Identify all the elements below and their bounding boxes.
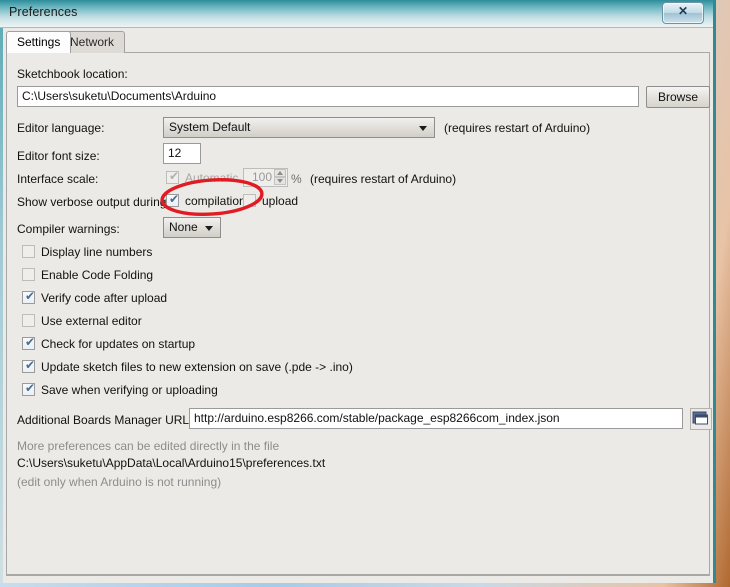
checkbox-box: ✔ [166,169,180,184]
checkmark-icon: ✔ [25,381,36,395]
verbose-compilation-label: compilation [185,194,246,208]
compiler-warnings-label: Compiler warnings: [17,222,120,236]
checkmark-icon: ✔ [25,335,36,349]
chevron-down-icon [419,126,427,131]
spinner-down-icon[interactable] [274,177,286,185]
boards-manager-urls-input[interactable]: http://arduino.esp8266.com/stable/packag… [189,408,683,429]
open-window-icon-button[interactable] [690,408,712,430]
preferences-window: Preferences ✕ Settings Network Sketchboo… [0,0,716,583]
editor-language-label: Editor language: [17,121,105,135]
panel-bottom-divider [6,575,710,576]
editor-language-value: System Default [169,120,251,134]
sketchbook-location-label: Sketchbook location: [17,67,128,81]
checkbox-box [22,245,35,258]
interface-scale-automatic-label: Automatic [185,171,239,185]
window-title: Preferences [9,5,78,19]
compiler-warnings-value: None [169,220,198,234]
checkbox-label: Save when verifying or uploading [41,383,218,397]
tab-settings[interactable]: Settings [6,31,72,53]
browse-button[interactable]: Browse [646,86,710,108]
verbose-output-label: Show verbose output during: [17,195,170,209]
footer-line-3: (edit only when Arduino is not running) [17,475,222,489]
interface-scale-percent-label: % [291,172,302,186]
checkbox-box: ✔ [22,358,36,373]
checkmark-icon: ✔ [25,358,36,372]
open-window-icon [692,411,708,425]
verbose-upload-label: upload [262,194,299,208]
editor-font-size-input[interactable]: 12 [163,143,201,164]
checkmark-icon: ✔ [169,192,180,206]
sketchbook-location-input[interactable]: C:\Users\suketu\Documents\Arduino [17,86,639,107]
checkbox-box: ✔ [22,289,36,304]
editor-language-note: (requires restart of Arduino) [444,121,591,135]
interface-scale-note: (requires restart of Arduino) [310,172,457,186]
checkbox-box: ✔ [22,381,36,396]
interface-scale-value: 100 [251,170,272,184]
checkbox-box: ✔ [22,335,36,350]
checkbox-label: Enable Code Folding [41,268,154,282]
checkbox-box [243,194,256,207]
checkbox-box: ✔ [166,192,180,207]
checkbox-label: Check for updates on startup [41,337,196,351]
checkbox-label: Update sketch files to new extension on … [41,360,353,374]
chevron-down-icon [205,226,213,231]
window-left-edge [0,0,3,583]
checkbox-label: Verify code after upload [41,291,168,305]
spinner-up-icon[interactable] [274,169,286,177]
boards-manager-urls-label: Additional Boards Manager URLs: [17,413,199,427]
close-icon: ✕ [677,4,689,18]
checkmark-icon: ✔ [169,169,180,183]
interface-scale-label: Interface scale: [17,172,99,186]
interface-scale-spinner[interactable]: 100 [243,168,288,187]
footer-preferences-path: C:\Users\suketu\AppData\Local\Arduino15\… [17,456,326,470]
editor-language-select[interactable]: System Default [163,117,435,138]
checkbox-box [22,268,35,281]
checkbox-label: Use external editor [41,314,142,328]
checkbox-box [22,314,35,327]
window-titlebar: Preferences ✕ [0,0,713,28]
compiler-warnings-select[interactable]: None [163,217,221,238]
checkbox-label: Display line numbers [41,245,153,259]
close-button[interactable]: ✕ [662,2,704,24]
checkmark-icon: ✔ [25,289,36,303]
tab-strip: Settings Network [6,31,710,53]
editor-font-size-label: Editor font size: [17,149,100,163]
footer-line-1: More preferences can be edited directly … [17,439,280,453]
